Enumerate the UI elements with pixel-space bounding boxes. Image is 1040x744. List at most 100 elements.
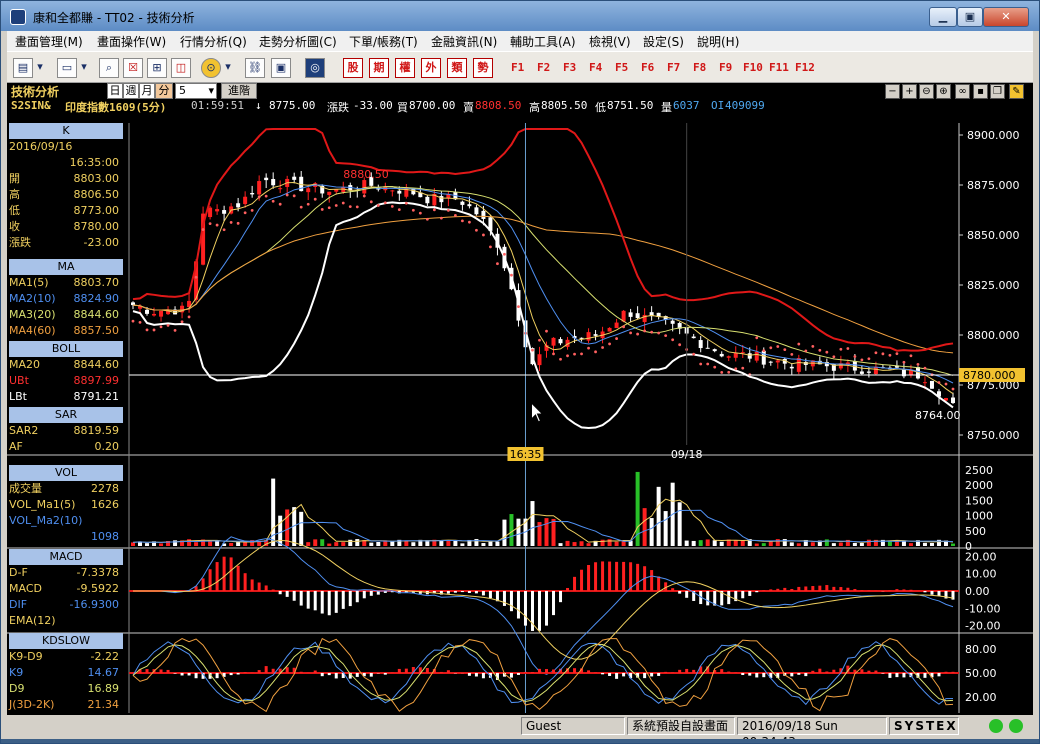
vol-axis-label: 1500 (965, 494, 993, 507)
sar-dot (741, 366, 745, 370)
f10-key[interactable]: F10 (743, 61, 763, 74)
coin-icon[interactable]: ⊙ (201, 58, 221, 78)
period-month-tab[interactable]: 月 (139, 83, 155, 99)
quote-oi: 409099 (725, 99, 765, 112)
candlestick (271, 179, 276, 186)
ma-section-header[interactable]: MA (9, 259, 123, 275)
macd-histogram-bar (811, 586, 815, 591)
candlestick (768, 361, 773, 363)
chevron-down-icon[interactable]: ▾ (35, 58, 45, 78)
sar-dot (152, 328, 156, 332)
sar-dot (643, 329, 647, 333)
plus-icon[interactable]: + (902, 84, 917, 99)
maximize-button[interactable]: ▣ (957, 7, 983, 27)
volume-bar (502, 519, 507, 546)
chevron-down-icon[interactable]: ▾ (79, 58, 89, 78)
options-button[interactable]: 權 (395, 58, 415, 78)
sar-section-header[interactable]: SAR (9, 407, 123, 423)
menu-screen-manage[interactable]: 畫面管理(M) (15, 33, 83, 50)
volume-bar (740, 540, 745, 546)
monitor-icon[interactable]: ▭ (57, 58, 77, 78)
dif-line (133, 536, 954, 675)
minimize-button[interactable]: ▁ (929, 7, 957, 27)
macd-row-value: -9.5922 (76, 582, 119, 595)
trend-button[interactable]: 勢 (473, 58, 493, 78)
macd-histogram-bar (552, 591, 556, 616)
sar-dot (404, 201, 408, 205)
f3-key[interactable]: F3 (563, 61, 576, 74)
sar-dot (636, 332, 640, 336)
search-icon[interactable]: ⌕ (99, 58, 119, 78)
volume-bar (236, 542, 241, 546)
kd-histogram-bar (516, 673, 520, 675)
category-button[interactable]: 類 (447, 58, 467, 78)
candlestick (460, 201, 465, 205)
macd-histogram-bar (853, 589, 857, 591)
f5-key[interactable]: F5 (615, 61, 628, 74)
boll-row: UBt 8897.99 (9, 373, 123, 389)
period-week-tab[interactable]: 週 (123, 83, 139, 99)
f9-key[interactable]: F9 (719, 61, 732, 74)
foreign-button[interactable]: 外 (421, 58, 441, 78)
candlestick (628, 312, 633, 317)
f4-key[interactable]: F4 (589, 61, 602, 74)
menu-view[interactable]: 檢視(V) (589, 33, 631, 50)
menu-settings[interactable]: 設定(S) (643, 33, 684, 50)
menu-quote-analysis[interactable]: 行情分析(Q) (180, 33, 247, 50)
kd-histogram-bar (748, 673, 752, 676)
chain-icon[interactable]: ∞ (955, 84, 970, 99)
boll-section-header[interactable]: BOLL (9, 341, 123, 357)
menu-tools[interactable]: 輔助工具(A) (510, 33, 576, 50)
vol-section-header[interactable]: VOL (9, 465, 123, 481)
zoom-in-icon[interactable]: ⊕ (936, 84, 951, 99)
menu-trend-chart[interactable]: 走勢分析圖(C) (259, 33, 337, 50)
macd-section-header[interactable]: MACD (9, 549, 123, 565)
macd-histogram-bar (601, 561, 605, 591)
close-box-icon[interactable]: ☒ (123, 58, 143, 78)
price-axis-label: 8850.000 (967, 229, 1020, 242)
k-row: 開 8803.00 (9, 171, 123, 187)
stock-button[interactable]: 股 (343, 58, 363, 78)
save-icon[interactable]: ▪ (973, 84, 988, 99)
period-minute-tab[interactable]: 分 (155, 83, 173, 99)
card-icon[interactable]: ▣ (271, 58, 291, 78)
f8-key[interactable]: F8 (693, 61, 706, 74)
link-icon[interactable]: ⛓ (245, 58, 265, 78)
k-section-header[interactable]: K (9, 123, 123, 139)
split-icon[interactable]: ◫ (171, 58, 191, 78)
sar-row: AF 0.20 (9, 439, 123, 455)
f1-key[interactable]: F1 (511, 61, 524, 74)
menu-screen-operate[interactable]: 畫面操作(W) (97, 33, 166, 50)
zoom-out-icon[interactable]: ⊖ (919, 84, 934, 99)
menu-finance-info[interactable]: 金融資訊(N) (431, 33, 497, 50)
interval-select[interactable]: 5 ▾ (175, 83, 217, 99)
macd-histogram-bar (320, 591, 324, 614)
f6-key[interactable]: F6 (641, 61, 654, 74)
volume-bar (929, 542, 934, 546)
close-button[interactable]: ✕ (983, 7, 1029, 27)
f2-key[interactable]: F2 (537, 61, 550, 74)
sar-dot (692, 352, 696, 356)
f7-key[interactable]: F7 (667, 61, 680, 74)
macd-histogram-bar (895, 589, 899, 591)
copy-icon[interactable]: ❐ (990, 84, 1005, 99)
grid-icon[interactable]: ⊞ (147, 58, 167, 78)
menu-help[interactable]: 說明(H) (697, 33, 739, 50)
brand-icon[interactable]: ◎ (305, 58, 325, 78)
boll-lower-line (132, 201, 954, 429)
f11-key[interactable]: F11 (769, 61, 789, 74)
kd-histogram-bar (622, 673, 626, 677)
f12-key[interactable]: F12 (795, 61, 815, 74)
chevron-down-icon[interactable]: ▾ (223, 58, 233, 78)
menu-order-account[interactable]: 下單/帳務(T) (349, 33, 418, 50)
futures-button[interactable]: 期 (369, 58, 389, 78)
kd-histogram-bar (355, 673, 359, 677)
window-icon[interactable]: ▤ (13, 58, 33, 78)
tools-icon[interactable]: ✎ (1009, 84, 1024, 99)
advanced-button[interactable]: 進階 (221, 83, 257, 99)
period-day-tab[interactable]: 日 (107, 83, 123, 99)
sar-dot (818, 348, 822, 352)
minus-icon[interactable]: − (885, 84, 900, 99)
kdslow-section-header[interactable]: KDSLOW (9, 633, 123, 649)
chart-canvas[interactable]: 8900.000 8875.000 8850.000 8825.000 8800.000… (7, 115, 1033, 715)
